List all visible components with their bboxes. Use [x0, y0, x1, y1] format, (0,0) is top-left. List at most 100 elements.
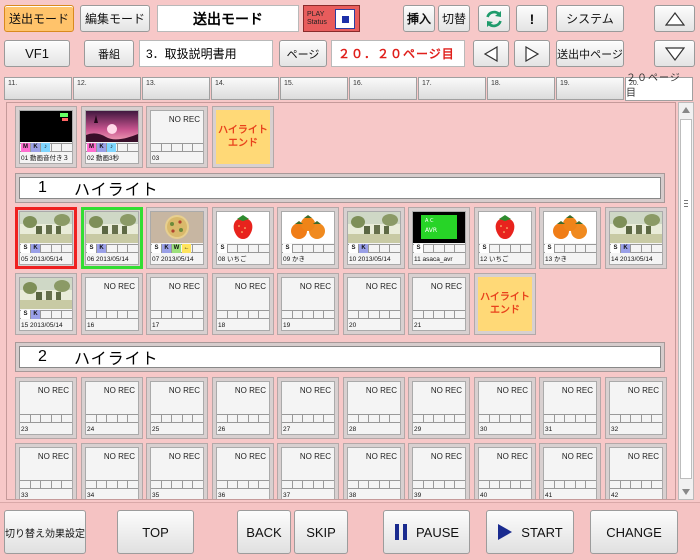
- edit-mode-button[interactable]: 編集モード: [80, 5, 150, 32]
- alert-button[interactable]: !: [516, 5, 548, 32]
- cue-thumbnail: [20, 111, 72, 142]
- cue-cell-11[interactable]: A C AVR S 11 asaca_avr: [408, 207, 470, 269]
- cue-cell-19[interactable]: NO REC 19: [277, 273, 339, 335]
- cue-cell-41[interactable]: NO REC 41: [539, 443, 601, 499]
- vertical-scrollbar[interactable]: [678, 102, 694, 500]
- cue-cell-31[interactable]: NO REC 31: [539, 377, 601, 439]
- cue-caption: 09 かき: [283, 256, 306, 263]
- cue-cell-26[interactable]: NO REC 26: [212, 377, 274, 439]
- cue-cell-9[interactable]: S 09 かき: [277, 207, 339, 269]
- no-rec-label: NO REC: [37, 386, 69, 395]
- highlight-end-cell[interactable]: ハイライト エンド: [212, 106, 274, 168]
- top-button[interactable]: TOP: [117, 510, 194, 554]
- back-button[interactable]: BACK: [237, 510, 291, 554]
- cue-cell-20[interactable]: NO REC 20: [343, 273, 405, 335]
- skip-button[interactable]: SKIP: [294, 510, 348, 554]
- scroll-down-button[interactable]: [654, 40, 695, 67]
- cue-cell-35[interactable]: NO REC 35: [146, 443, 208, 499]
- next-page-button[interactable]: [514, 40, 550, 67]
- change-button[interactable]: CHANGE: [590, 510, 678, 554]
- start-button[interactable]: START: [486, 510, 574, 554]
- page-tab-19[interactable]: 19.: [556, 77, 624, 100]
- cue-badges: SK: [349, 244, 368, 253]
- cue-cell-17[interactable]: NO REC 17: [146, 273, 208, 335]
- page-tab-15[interactable]: 15.: [280, 77, 348, 100]
- cue-cell-7[interactable]: S K W ← 07 2013/05/14: [146, 207, 208, 269]
- cue-cell-13[interactable]: S 13 かき: [539, 207, 601, 269]
- page-tab-17[interactable]: 17.: [418, 77, 486, 100]
- cue-cell-21[interactable]: NO REC 21: [408, 273, 470, 335]
- program-button[interactable]: 番組: [84, 40, 134, 67]
- page-tab-20[interactable]: 20. ２０ページ目: [625, 73, 693, 101]
- page-button[interactable]: ページ: [279, 40, 327, 67]
- page-field[interactable]: ２０．２０ページ目: [331, 40, 465, 67]
- no-rec-label: NO REC: [496, 452, 528, 461]
- cue-cell-36[interactable]: NO REC 36: [212, 443, 274, 499]
- cue-caption: 14 2013/05/14: [611, 256, 653, 263]
- play-status-line1: PLAY: [307, 10, 325, 18]
- cue-cell-1[interactable]: M K ♪ 01 動画音付き３: [15, 106, 77, 168]
- cue-cell-14[interactable]: S K 14 2013/05/14: [605, 207, 667, 269]
- cue-cell-15[interactable]: S K 15 2013/05/14: [15, 273, 77, 335]
- cue-cell-28[interactable]: NO REC 28: [343, 377, 405, 439]
- system-button[interactable]: システム: [556, 5, 624, 32]
- cue-cell-40[interactable]: NO REC 40: [474, 443, 536, 499]
- cue-cell-37[interactable]: NO REC 37: [277, 443, 339, 499]
- scroll-up-button[interactable]: [654, 5, 695, 32]
- page-tab-12[interactable]: 12.: [73, 77, 141, 100]
- no-rec-label: NO REC: [430, 386, 462, 395]
- page-tab-13[interactable]: 13.: [142, 77, 210, 100]
- page-tab-18[interactable]: 18.: [487, 77, 555, 100]
- cue-cell-27[interactable]: NO REC 27: [277, 377, 339, 439]
- cue-thumbnail: [20, 278, 72, 309]
- cue-cell-39[interactable]: NO REC 39: [408, 443, 470, 499]
- page-tab-16[interactable]: 16.: [349, 77, 417, 100]
- stop-square-icon[interactable]: [335, 9, 355, 29]
- cue-cell-24[interactable]: NO REC 24: [81, 377, 143, 439]
- cue-cell-23[interactable]: NO REC 23: [15, 377, 77, 439]
- pause-button[interactable]: PAUSE: [383, 510, 470, 554]
- cue-cell-5[interactable]: S K 05 2013/05/14: [15, 207, 77, 269]
- cue-cell-18[interactable]: NO REC 18: [212, 273, 274, 335]
- cue-cell-2[interactable]: M K ♪ 02 動画3秒: [81, 106, 143, 168]
- page-tab-11[interactable]: 11.: [4, 77, 72, 100]
- sending-page-button[interactable]: 送出中ページ: [556, 40, 624, 67]
- cue-cell-33[interactable]: NO REC 33: [15, 443, 77, 499]
- cue-cell-8[interactable]: S 08 いちご: [212, 207, 274, 269]
- page-tab-14[interactable]: 14.: [211, 77, 279, 100]
- send-mode-button[interactable]: 送出モード: [4, 5, 74, 32]
- cue-cell-6[interactable]: S K 06 2013/05/14: [81, 207, 143, 269]
- insert-button[interactable]: 挿入: [403, 5, 435, 32]
- program-field[interactable]: 3．取扱説明書用: [139, 40, 273, 67]
- badge-0: S: [480, 244, 489, 253]
- cue-thumbnail: [217, 212, 269, 243]
- cue-badges: SK: [21, 310, 40, 319]
- cue-cell-34[interactable]: NO REC 34: [81, 443, 143, 499]
- cue-cell-30[interactable]: NO REC 30: [474, 377, 536, 439]
- badge-0: S: [611, 244, 620, 253]
- switch-button[interactable]: 切替: [438, 5, 470, 32]
- transition-effect-button[interactable]: 切り替え効果設定: [4, 510, 86, 554]
- cue-caption: 36: [218, 492, 226, 499]
- cue-cell-38[interactable]: NO REC 38: [343, 443, 405, 499]
- cue-caption: 03: [152, 155, 160, 162]
- highlight-end-cell[interactable]: ハイライト エンド: [474, 273, 536, 335]
- cue-cell-42[interactable]: NO REC 42: [605, 443, 667, 499]
- section-header-2[interactable]: 2 ハイライト: [15, 342, 665, 372]
- cue-cell-10[interactable]: S K 10 2013/05/14: [343, 207, 405, 269]
- cue-caption: 39: [414, 492, 422, 499]
- vf1-button[interactable]: VF1: [4, 40, 70, 67]
- cue-cell-29[interactable]: NO REC 29: [408, 377, 470, 439]
- cue-cell-12[interactable]: S 12 いちご: [474, 207, 536, 269]
- cue-cell-3[interactable]: NO REC 03: [146, 106, 208, 168]
- cue-cell-16[interactable]: NO REC 16: [81, 273, 143, 335]
- scrollbar-thumb[interactable]: [680, 119, 692, 479]
- page-tab-number: 11.: [8, 80, 18, 87]
- cue-cell-32[interactable]: NO REC 32: [605, 377, 667, 439]
- refresh-button[interactable]: [478, 5, 510, 32]
- prev-page-button[interactable]: [473, 40, 509, 67]
- cue-cell-25[interactable]: NO REC 25: [146, 377, 208, 439]
- cue-caption: 29: [414, 426, 422, 433]
- section-header-1[interactable]: 1 ハイライト: [15, 173, 665, 203]
- cue-caption: 08 いちご: [218, 256, 247, 263]
